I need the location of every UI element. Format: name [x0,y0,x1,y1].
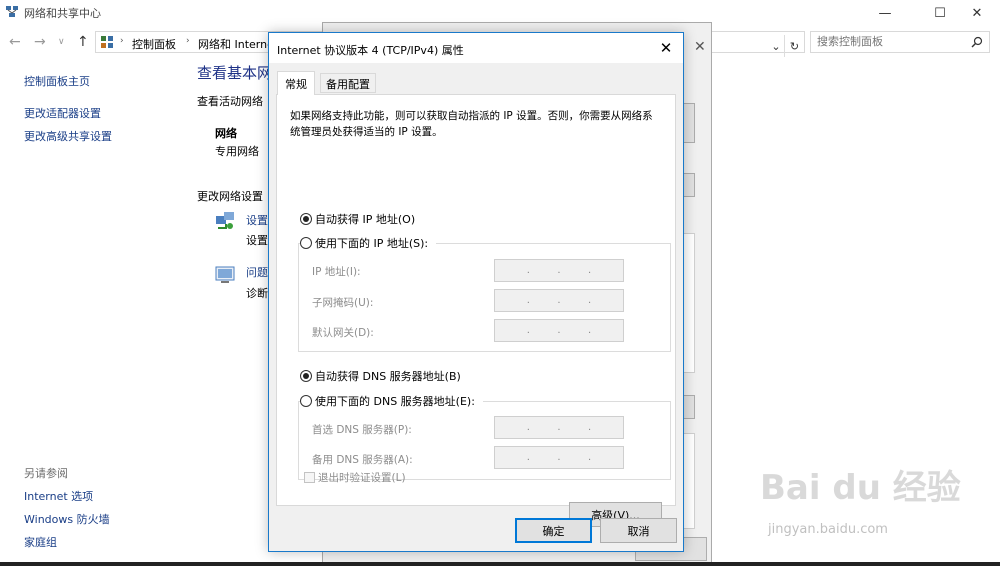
ipv4-properties-dialog: Internet 协议版本 4 (TCP/IPv4) 属性 ✕ 常规 备用配置 … [268,32,684,552]
taskbar-edge [0,562,1000,566]
background-list [683,233,695,373]
radio-dns-manual-label: 使用下面的 DNS 服务器地址(E): [315,395,475,408]
network-name: 网络 [215,127,237,140]
subnet-mask-input[interactable]: ... [494,289,624,312]
network-setup-icon [216,212,234,229]
ip-address-label: IP 地址(I): [312,266,361,278]
radio-ip-manual-label: 使用下面的 IP 地址(S): [315,237,429,250]
radio-ip-manual[interactable]: 使用下面的 IP 地址(S): [300,235,437,251]
radio-ip-auto[interactable]: 自动获得 IP 地址(O) [300,211,415,227]
close-button[interactable]: ✕ [954,0,1000,26]
control-panel-icon [101,36,113,48]
breadcrumb-control-panel[interactable]: 控制面板 [132,36,176,52]
ok-button[interactable]: 确定 [515,518,592,543]
dialog-titlebar: Internet 协议版本 4 (TCP/IPv4) 属性 ✕ [269,33,683,63]
radio-unselected-icon [300,237,312,249]
setup-desc: 设置 [246,234,268,247]
page-title: 查看基本网 [197,64,273,82]
window-title: 网络和共享中心 [24,7,101,20]
general-panel: 如果网络支持此功能，则可以获取自动指派的 IP 设置。否则，你需要从网络系统管理… [276,94,676,527]
dialog-title: Internet 协议版本 4 (TCP/IPv4) 属性 [277,44,464,57]
breadcrumb-network[interactable]: 网络和 Interne [198,36,274,52]
sidebar-link-internet-options[interactable]: Internet 选项 [24,488,93,504]
dialog-close-button[interactable]: ✕ [649,33,683,63]
radio-unselected-icon [300,395,312,407]
forward-arrow-icon[interactable]: → [34,34,46,50]
troubleshoot-desc: 诊断 [246,287,268,300]
change-settings-label: 更改网络设置 [197,190,263,203]
ip-address-input[interactable]: ... [494,259,624,282]
troubleshoot-icon [215,266,235,283]
radio-dns-auto[interactable]: 自动获得 DNS 服务器地址(B) [300,368,461,384]
refresh-icon[interactable]: ↻ [784,35,804,57]
validate-checkbox[interactable]: 退出时验证设置(L) [304,470,406,485]
search-icon[interactable] [971,36,983,48]
tab-alternate-config[interactable]: 备用配置 [320,73,376,93]
breadcrumb-separator-icon: › [120,36,124,46]
sidebar-link-adapter[interactable]: 更改适配器设置 [24,105,101,121]
sidebar-link-firewall[interactable]: Windows 防火墙 [24,511,110,527]
see-also-heading: 另请参阅 [24,467,68,480]
dialog-description: 如果网络支持此功能，则可以获取自动指派的 IP 设置。否则，你需要从网络系统管理… [290,110,653,138]
breadcrumb-separator-icon: › [186,36,190,46]
alternate-dns-input[interactable]: ... [494,446,624,469]
background-close-icon[interactable]: ✕ [694,39,706,55]
minimize-button[interactable]: — [862,0,908,26]
alternate-dns-label: 备用 DNS 服务器(A): [312,454,413,466]
radio-selected-icon [300,213,312,225]
background-button [683,173,695,197]
background-button [683,395,695,419]
radio-dns-manual[interactable]: 使用下面的 DNS 服务器地址(E): [300,393,483,409]
default-gateway-label: 默认网关(D): [312,327,374,339]
checkbox-icon [304,472,315,483]
watermark-brand: Bai du 经验 [760,468,961,508]
preferred-dns-label: 首选 DNS 服务器(P): [312,424,412,436]
sidebar-link-homegroup[interactable]: 家庭组 [24,534,57,550]
tab-general[interactable]: 常规 [277,71,315,95]
recent-chevron-icon[interactable]: ∨ [58,37,65,47]
up-arrow-icon[interactable]: ↑ [77,34,89,50]
watermark-url: jingyan.baidu.com [768,522,888,537]
radio-selected-icon [300,370,312,382]
setup-link[interactable]: 设置 [246,212,268,228]
search-input[interactable] [817,35,967,48]
sidebar-link-sharing[interactable]: 更改高级共享设置 [24,128,112,144]
validate-checkbox-label: 退出时验证设置(L) [318,472,406,484]
radio-ip-auto-label: 自动获得 IP 地址(O) [315,213,416,226]
network-type: 专用网络 [215,145,259,158]
cancel-button[interactable]: 取消 [600,518,677,543]
radio-dns-auto-label: 自动获得 DNS 服务器地址(B) [315,370,461,383]
background-button [683,103,695,143]
subnet-mask-label: 子网掩码(U): [312,297,374,309]
back-arrow-icon[interactable]: ← [9,34,21,50]
baidu-watermark: Bai du 经验 jingyan.baidu.com [760,460,990,550]
troubleshoot-link[interactable]: 问题 [246,264,268,280]
search-box[interactable] [810,31,990,53]
preferred-dns-input[interactable]: ... [494,416,624,439]
dropdown-chevron-icon[interactable]: ⌄ [766,35,786,57]
sidebar-link-home[interactable]: 控制面板主页 [24,73,90,89]
default-gateway-input[interactable]: ... [494,319,624,342]
background-description [683,433,695,529]
network-icon [6,6,18,17]
active-networks-label: 查看活动网络 [197,95,263,108]
